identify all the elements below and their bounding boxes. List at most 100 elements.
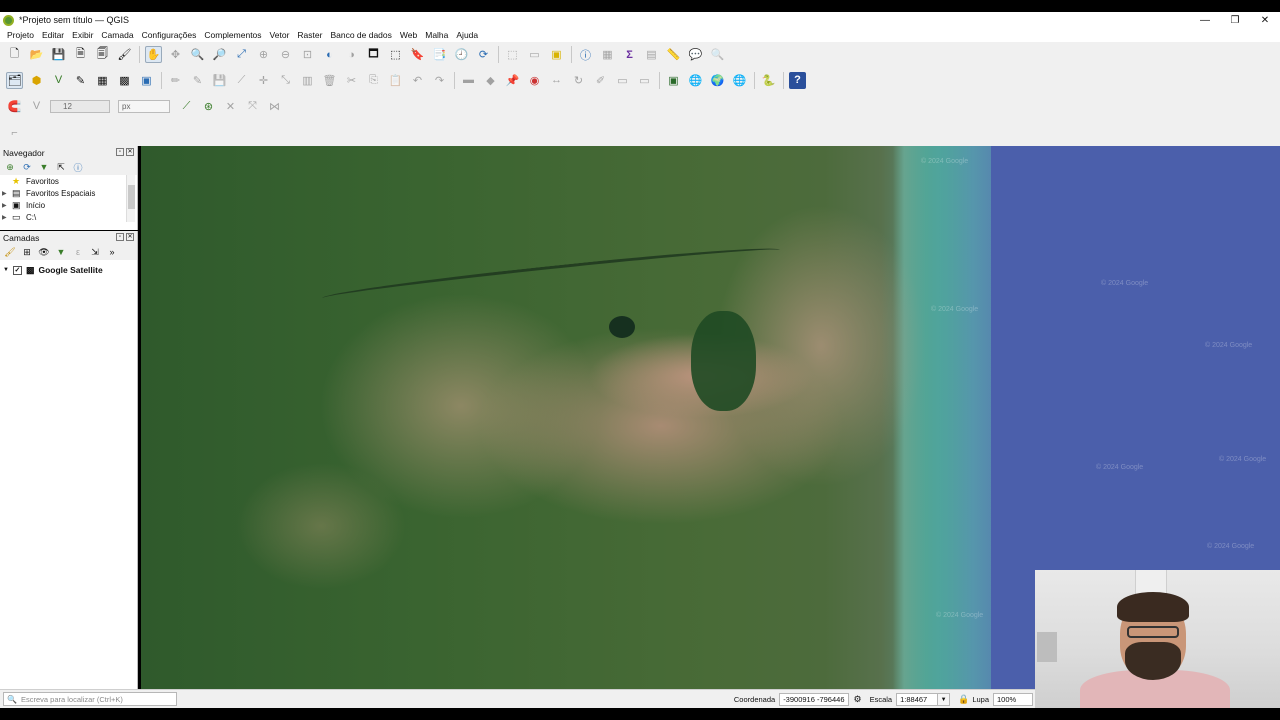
expand-arrow-icon[interactable]: ▶ (2, 190, 12, 197)
scale-dropdown-icon[interactable]: ▼ (938, 693, 951, 706)
attribute-table-icon[interactable]: ▦ (599, 46, 616, 63)
help-icon[interactable]: ? (789, 71, 806, 89)
show-bookmarks-icon[interactable]: 📑 (431, 46, 448, 63)
magnifier-field[interactable]: 100% (993, 693, 1033, 706)
filter-legend-icon[interactable]: ▼ (55, 246, 67, 258)
snapping-intersection-icon[interactable]: ⊛ (200, 98, 217, 115)
add-raster-layer-icon[interactable]: ▦ (94, 72, 111, 89)
python-console-icon[interactable]: 🐍 (760, 72, 777, 89)
menu-banco-de-dados[interactable]: Banco de dados (326, 30, 395, 40)
zoom-last-icon[interactable]: ◐ (321, 46, 338, 63)
pan-to-selection-icon[interactable]: ✥ (167, 46, 184, 63)
label-more-icon[interactable]: ▭ (636, 72, 653, 89)
refresh-icon[interactable]: ⟳ (21, 161, 33, 173)
tree-item-favoritos-espaciais[interactable]: ▶ ▤ Favoritos Espaciais (0, 187, 137, 199)
text-annotation-icon[interactable]: 🔍 (709, 46, 726, 63)
layer-visibility-checkbox[interactable]: ✓ (12, 265, 22, 275)
zoom-out-icon[interactable]: 🔎 (211, 46, 228, 63)
scale-field[interactable]: 1:88467 (896, 693, 939, 706)
zoom-layer-icon[interactable]: ⊖ (277, 46, 294, 63)
add-wms-layer-icon[interactable]: ▩ (116, 72, 133, 89)
layer-item-google-satellite[interactable]: ▼ ✓ ▩ Google Satellite (0, 263, 137, 277)
copy-features-icon[interactable]: ⎘ (365, 72, 382, 89)
cut-features-icon[interactable]: ✂ (343, 72, 360, 89)
menu-vetor[interactable]: Vetor (266, 30, 294, 40)
menu-web[interactable]: Web (396, 30, 421, 40)
collapse-all-icon[interactable]: ⇱ (55, 161, 67, 173)
style-layer-icon[interactable]: 🖌 (4, 246, 16, 258)
globe-settings-icon[interactable]: 🌐 (731, 72, 748, 89)
locator-search-input[interactable]: 🔍 Escreva para localizar (Ctrl+K) (3, 692, 177, 706)
add-vector-layer-icon[interactable]: V (50, 72, 67, 89)
georeferencer-icon[interactable]: 🌐 (687, 72, 704, 89)
new-3d-view-icon[interactable]: ⬚ (387, 46, 404, 63)
field-calculator-icon[interactable]: ▤ (643, 46, 660, 63)
open-project-icon[interactable]: 📂 (28, 46, 45, 63)
rotate-label-icon[interactable]: ↻ (570, 72, 587, 89)
add-selected-layers-icon[interactable]: ⊕ (4, 161, 16, 173)
menu-malha[interactable]: Malha (421, 30, 452, 40)
menu-projeto[interactable]: Projeto (3, 30, 38, 40)
label-tool-icon[interactable]: ▬ (460, 72, 477, 89)
add-vector-tile-icon[interactable]: ▣ (138, 72, 155, 89)
menu-camada[interactable]: Camada (97, 30, 137, 40)
new-print-layout-icon[interactable]: 🗎 (72, 46, 89, 63)
advanced-digitizing-icon[interactable]: ⋈ (266, 98, 283, 115)
zoom-full-icon[interactable]: ⤢ (233, 46, 250, 63)
add-delimited-text-icon[interactable]: ✎ (72, 72, 89, 89)
style-manager-icon[interactable]: 🖌 (116, 46, 133, 63)
search-web-icon[interactable]: 🌍 (709, 72, 726, 89)
menu-configuracoes[interactable]: Configurações (138, 30, 201, 40)
map-tips-icon[interactable]: 💬 (687, 46, 704, 63)
menu-complementos[interactable]: Complementos (200, 30, 265, 40)
layout-manager-icon[interactable]: 🗐 (94, 46, 111, 63)
select-by-value-icon[interactable]: ▭ (526, 46, 543, 63)
properties-icon[interactable]: ⓘ (72, 161, 84, 173)
new-geopackage-layer-icon[interactable]: ⬢ (28, 72, 45, 89)
delete-selected-icon[interactable]: 🗑 (321, 72, 338, 89)
vertex-tool-icon[interactable]: ⤡ (277, 72, 294, 89)
topological-editing-icon[interactable]: ⟋ (178, 98, 195, 115)
undo-icon[interactable]: ↶ (409, 72, 426, 89)
navigator-scrollbar[interactable] (126, 175, 135, 222)
add-group-icon[interactable]: ⊞ (21, 246, 33, 258)
plugin-tool-icon[interactable]: ⌐ (6, 124, 23, 141)
toggle-editing-icon[interactable]: ✎ (189, 72, 206, 89)
move-label-icon[interactable]: ↔ (548, 72, 565, 89)
zoom-in-icon[interactable]: 🔍 (189, 46, 206, 63)
tree-item-favoritos[interactable]: ★ Favoritos (0, 175, 137, 187)
float-panel-icon[interactable]: ▫ (116, 148, 124, 156)
show-hide-labels-icon[interactable]: ◉ (526, 72, 543, 89)
save-edits-icon[interactable]: 💾 (211, 72, 228, 89)
deselect-all-icon[interactable]: ▣ (548, 46, 565, 63)
minimize-button[interactable]: — (1190, 12, 1220, 28)
manage-map-themes-icon[interactable]: 👁 (38, 246, 50, 258)
toggle-extents-icon[interactable]: ⚙ (854, 694, 862, 705)
highlight-labels-icon[interactable]: ◆ (482, 72, 499, 89)
scrollbar-thumb[interactable] (128, 185, 135, 209)
change-label-icon[interactable]: ✐ (592, 72, 609, 89)
tolerance-input[interactable]: 12 (50, 99, 110, 113)
filter-icon[interactable]: ▼ (38, 161, 50, 173)
close-panel-icon[interactable]: ✕ (126, 233, 134, 241)
expand-arrow-icon[interactable]: ▶ (2, 202, 12, 209)
tree-item-drive-c[interactable]: ▶ ▭ C:\ (0, 211, 137, 223)
zoom-native-icon[interactable]: ⊡ (299, 46, 316, 63)
snap-vertex-icon[interactable]: V (28, 98, 45, 115)
pin-labels-icon[interactable]: 📌 (504, 72, 521, 89)
close-panel-icon[interactable]: ✕ (126, 148, 134, 156)
lock-scale-icon[interactable]: 🔒 (958, 694, 969, 705)
temporal-controller-icon[interactable]: 🕘 (453, 46, 470, 63)
menu-raster[interactable]: Raster (293, 30, 326, 40)
statistics-icon[interactable]: Σ (621, 46, 638, 63)
data-source-manager-icon[interactable]: 🗂 (6, 71, 23, 89)
expand-all-icon[interactable]: ⇲ (89, 246, 101, 258)
self-snapping-icon[interactable]: ✕ (222, 98, 239, 115)
expand-arrow-icon[interactable]: ▶ (2, 214, 12, 221)
select-features-icon[interactable]: ⬚ (504, 46, 521, 63)
identify-icon[interactable]: ⓘ (577, 46, 594, 63)
more-tools-icon[interactable]: » (106, 246, 118, 258)
tree-item-inicio[interactable]: ▶ ▣ Início (0, 199, 137, 211)
menu-ajuda[interactable]: Ajuda (452, 30, 482, 40)
zoom-next-icon[interactable]: ◑ (343, 46, 360, 63)
